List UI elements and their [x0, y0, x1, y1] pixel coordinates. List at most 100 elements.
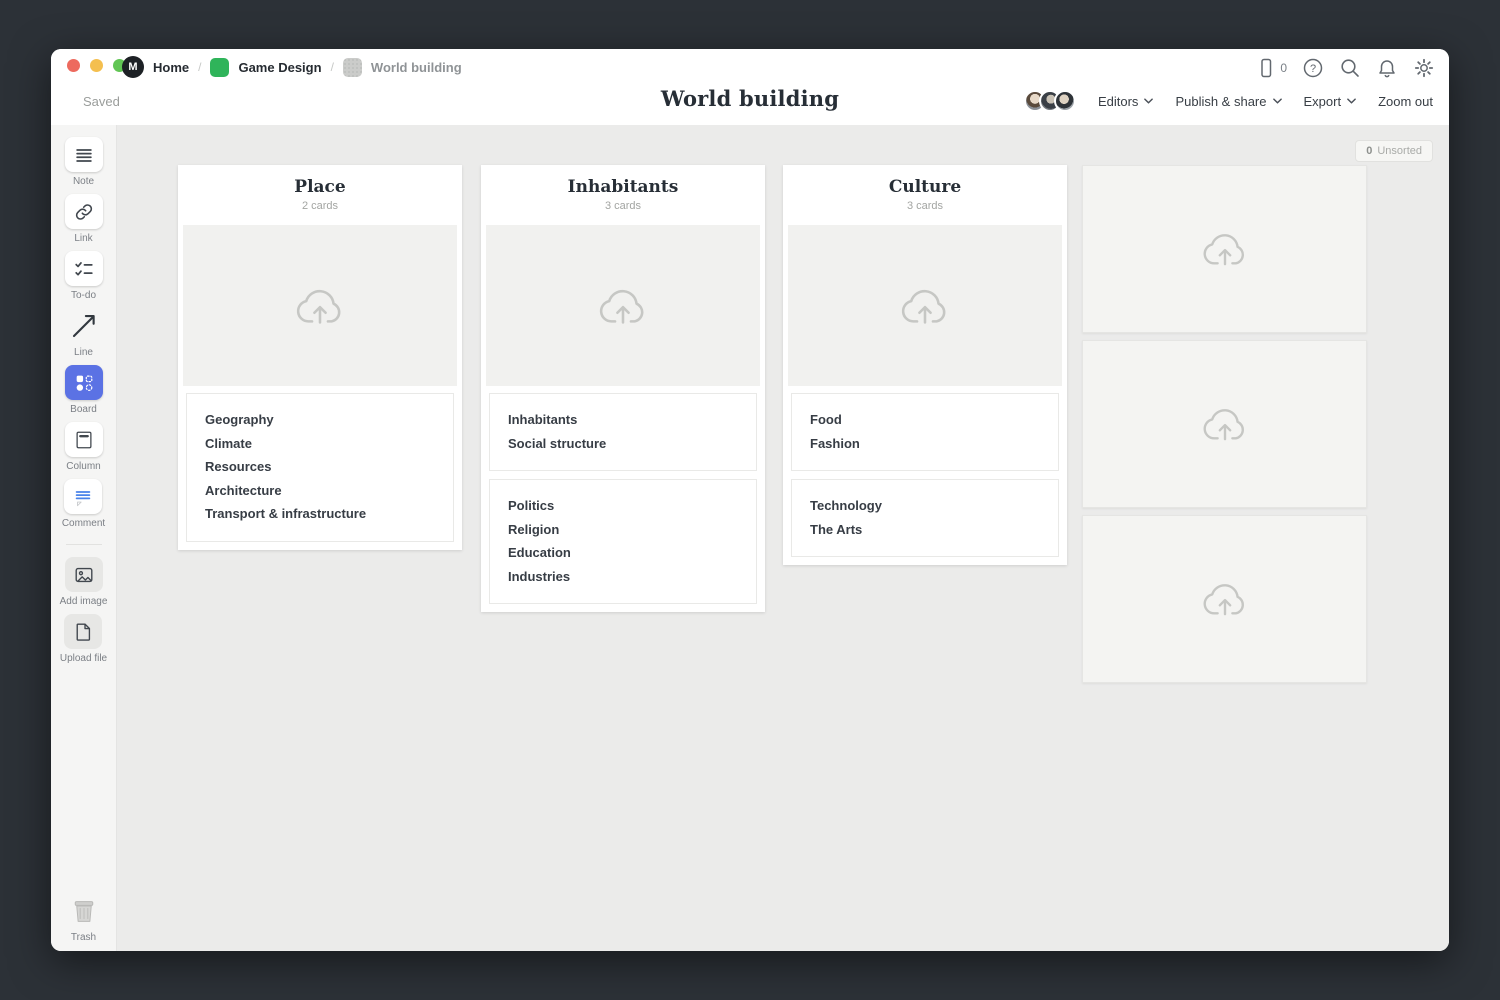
tool-upload-file[interactable]: Upload file	[60, 614, 107, 664]
note-line: Politics	[508, 494, 738, 518]
search-icon	[1339, 57, 1361, 79]
app-window: M Home / Game Design / World building 0 …	[51, 49, 1449, 951]
tool-label: To-do	[71, 290, 96, 301]
device-count: 0	[1280, 61, 1287, 75]
board-controls: Editors Publish & share Export Zoom out	[1024, 90, 1433, 112]
note-line: Food	[810, 408, 1040, 432]
column-card-count: 2 cards	[183, 200, 457, 212]
note-line: Social structure	[508, 432, 738, 456]
tool-board[interactable]: Board	[65, 365, 103, 415]
column-inhabitants[interactable]: Inhabitants 3 cards Inhabitants Social s…	[481, 165, 765, 612]
settings-button[interactable]	[1413, 57, 1435, 79]
tool-label: Comment	[62, 518, 105, 529]
tool-comment[interactable]: Comment	[62, 479, 105, 529]
search-button[interactable]	[1339, 57, 1361, 79]
upload-cloud-icon	[292, 278, 348, 334]
image-upload-placeholder[interactable]	[183, 225, 457, 386]
editors-label: Editors	[1098, 94, 1138, 109]
publish-share-dropdown[interactable]: Publish & share	[1175, 94, 1281, 109]
tool-add-image[interactable]: Add image	[60, 557, 108, 607]
toolbar-sidebar: Note Link To-do Line Board Column	[51, 125, 117, 951]
note-line: Religion	[508, 518, 738, 542]
header: M Home / Game Design / World building 0 …	[51, 49, 1449, 125]
tool-label: Column	[66, 461, 100, 472]
board-icon-green	[210, 58, 229, 77]
help-button[interactable]: ?	[1302, 57, 1324, 79]
avatar	[1054, 90, 1076, 112]
tool-label: Note	[73, 176, 94, 187]
note-line: Climate	[205, 432, 435, 456]
note-card[interactable]: Food Fashion	[791, 393, 1059, 471]
board-canvas[interactable]: 0 Unsorted Place 2 cards Geography Clima…	[117, 125, 1449, 951]
trash[interactable]: Trash	[65, 893, 103, 943]
publish-share-label: Publish & share	[1175, 94, 1266, 109]
note-card[interactable]: Inhabitants Social structure	[489, 393, 757, 471]
upload-cloud-icon	[897, 278, 953, 334]
svg-text:?: ?	[1310, 63, 1316, 75]
column-card-count: 3 cards	[788, 200, 1062, 212]
note-icon	[73, 144, 95, 166]
chevron-down-icon	[1144, 98, 1153, 104]
board-icon	[73, 372, 95, 394]
note-line: Education	[508, 541, 738, 565]
note-card[interactable]: Politics Religion Education Industries	[489, 479, 757, 604]
column-place[interactable]: Place 2 cards Geography Climate Resource…	[178, 165, 462, 550]
note-line: Inhabitants	[508, 408, 738, 432]
minimize-window-button[interactable]	[90, 59, 103, 72]
note-line: The Arts	[810, 518, 1040, 542]
tool-line[interactable]: Line	[65, 308, 103, 358]
image-upload-placeholder[interactable]	[788, 225, 1062, 386]
add-image-icon	[73, 564, 95, 586]
unsorted-badge[interactable]: 0 Unsorted	[1355, 140, 1433, 162]
note-card[interactable]: Technology The Arts	[791, 479, 1059, 557]
upload-file-icon	[72, 621, 94, 643]
note-line: Resources	[205, 455, 435, 479]
tool-note[interactable]: Note	[65, 137, 103, 187]
toolbar-divider	[66, 544, 102, 545]
note-line: Architecture	[205, 479, 435, 503]
note-line: Fashion	[810, 432, 1040, 456]
window-controls	[67, 59, 126, 72]
chevron-down-icon	[1347, 98, 1356, 104]
tool-label: Upload file	[60, 653, 107, 664]
unsorted-count: 0	[1366, 145, 1372, 157]
column-title[interactable]: Place	[183, 177, 457, 197]
tool-link[interactable]: Link	[65, 194, 103, 244]
tool-column[interactable]: Column	[65, 422, 103, 472]
mobile-device-button[interactable]: 0	[1256, 57, 1287, 79]
chevron-down-icon	[1273, 98, 1282, 104]
export-label: Export	[1304, 94, 1342, 109]
gear-icon	[1413, 57, 1435, 79]
zoom-out-label: Zoom out	[1378, 94, 1433, 109]
close-window-button[interactable]	[67, 59, 80, 72]
breadcrumb: M Home / Game Design / World building	[122, 55, 462, 79]
line-arrow-icon	[69, 311, 99, 341]
tool-label: Add image	[60, 596, 108, 607]
comment-icon	[72, 486, 94, 508]
trash-icon	[69, 896, 99, 926]
export-dropdown[interactable]: Export	[1304, 94, 1357, 109]
editor-avatars[interactable]	[1024, 90, 1076, 112]
upload-cloud-icon	[1199, 398, 1251, 450]
link-icon	[74, 202, 94, 222]
zoom-out-button[interactable]: Zoom out	[1378, 94, 1433, 109]
column-card-count: 3 cards	[486, 200, 760, 212]
note-line: Industries	[508, 565, 738, 589]
note-card[interactable]: Geography Climate Resources Architecture…	[186, 393, 454, 542]
image-upload-placeholder[interactable]	[486, 225, 760, 386]
column-culture[interactable]: Culture 3 cards Food Fashion Technology …	[783, 165, 1067, 565]
breadcrumb-home[interactable]: Home	[153, 60, 189, 75]
tool-todo[interactable]: To-do	[65, 251, 103, 301]
milanote-logo-icon[interactable]: M	[122, 56, 144, 78]
notifications-button[interactable]	[1376, 57, 1398, 79]
column-title[interactable]: Culture	[788, 177, 1062, 197]
breadcrumb-separator: /	[331, 60, 334, 74]
empty-image-card[interactable]	[1082, 515, 1367, 683]
column-title[interactable]: Inhabitants	[486, 177, 760, 197]
tool-label: Line	[74, 347, 93, 358]
breadcrumb-world-building[interactable]: World building	[371, 60, 462, 75]
editors-dropdown[interactable]: Editors	[1098, 94, 1153, 109]
breadcrumb-game-design[interactable]: Game Design	[238, 60, 321, 75]
empty-image-card[interactable]	[1082, 165, 1367, 333]
empty-image-card[interactable]	[1082, 340, 1367, 508]
